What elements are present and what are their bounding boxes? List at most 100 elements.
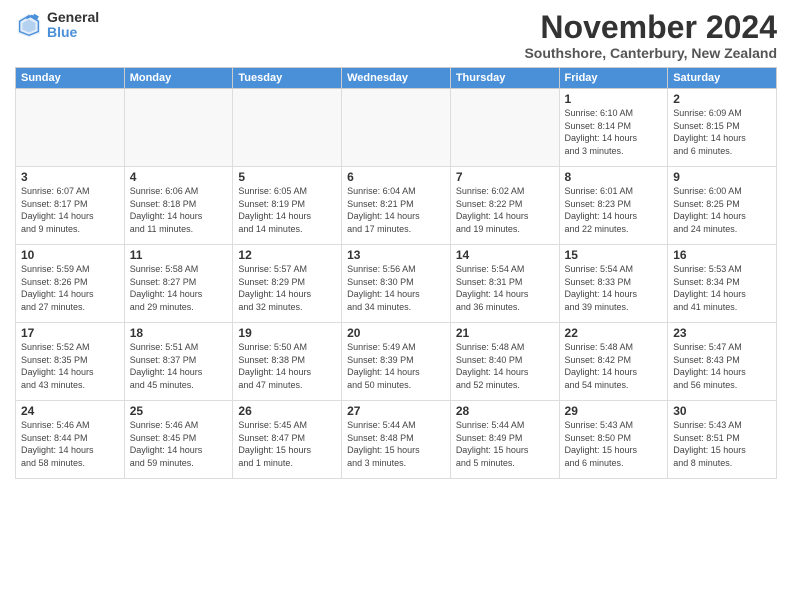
day-info: Sunrise: 6:06 AM Sunset: 8:18 PM Dayligh… [130, 185, 228, 235]
day-info: Sunrise: 5:54 AM Sunset: 8:31 PM Dayligh… [456, 263, 554, 313]
day-number: 11 [130, 248, 228, 262]
logo-general: General [47, 10, 99, 25]
header: General Blue November 2024 Southshore, C… [15, 10, 777, 61]
day-cell: 5Sunrise: 6:05 AM Sunset: 8:19 PM Daylig… [233, 167, 342, 245]
day-info: Sunrise: 6:09 AM Sunset: 8:15 PM Dayligh… [673, 107, 771, 157]
day-cell: 22Sunrise: 5:48 AM Sunset: 8:42 PM Dayli… [559, 323, 668, 401]
day-number: 30 [673, 404, 771, 418]
day-cell: 20Sunrise: 5:49 AM Sunset: 8:39 PM Dayli… [342, 323, 451, 401]
day-info: Sunrise: 5:48 AM Sunset: 8:40 PM Dayligh… [456, 341, 554, 391]
day-number: 18 [130, 326, 228, 340]
day-info: Sunrise: 5:49 AM Sunset: 8:39 PM Dayligh… [347, 341, 445, 391]
day-number: 24 [21, 404, 119, 418]
day-info: Sunrise: 5:45 AM Sunset: 8:47 PM Dayligh… [238, 419, 336, 469]
day-info: Sunrise: 5:56 AM Sunset: 8:30 PM Dayligh… [347, 263, 445, 313]
day-number: 29 [565, 404, 663, 418]
logo: General Blue [15, 10, 99, 41]
day-info: Sunrise: 6:05 AM Sunset: 8:19 PM Dayligh… [238, 185, 336, 235]
day-number: 12 [238, 248, 336, 262]
day-number: 7 [456, 170, 554, 184]
day-cell: 16Sunrise: 5:53 AM Sunset: 8:34 PM Dayli… [668, 245, 777, 323]
calendar-table: Sunday Monday Tuesday Wednesday Thursday… [15, 67, 777, 479]
day-cell: 19Sunrise: 5:50 AM Sunset: 8:38 PM Dayli… [233, 323, 342, 401]
day-info: Sunrise: 5:51 AM Sunset: 8:37 PM Dayligh… [130, 341, 228, 391]
day-info: Sunrise: 5:48 AM Sunset: 8:42 PM Dayligh… [565, 341, 663, 391]
day-number: 20 [347, 326, 445, 340]
day-info: Sunrise: 5:54 AM Sunset: 8:33 PM Dayligh… [565, 263, 663, 313]
day-cell: 1Sunrise: 6:10 AM Sunset: 8:14 PM Daylig… [559, 89, 668, 167]
day-info: Sunrise: 5:44 AM Sunset: 8:49 PM Dayligh… [456, 419, 554, 469]
day-cell: 11Sunrise: 5:58 AM Sunset: 8:27 PM Dayli… [124, 245, 233, 323]
week-row-5: 24Sunrise: 5:46 AM Sunset: 8:44 PM Dayli… [16, 401, 777, 479]
week-row-2: 3Sunrise: 6:07 AM Sunset: 8:17 PM Daylig… [16, 167, 777, 245]
day-cell: 29Sunrise: 5:43 AM Sunset: 8:50 PM Dayli… [559, 401, 668, 479]
day-info: Sunrise: 5:50 AM Sunset: 8:38 PM Dayligh… [238, 341, 336, 391]
col-sunday: Sunday [16, 68, 125, 89]
day-number: 27 [347, 404, 445, 418]
day-number: 17 [21, 326, 119, 340]
day-cell [233, 89, 342, 167]
day-cell: 14Sunrise: 5:54 AM Sunset: 8:31 PM Dayli… [450, 245, 559, 323]
day-info: Sunrise: 5:44 AM Sunset: 8:48 PM Dayligh… [347, 419, 445, 469]
day-info: Sunrise: 5:43 AM Sunset: 8:51 PM Dayligh… [673, 419, 771, 469]
day-number: 15 [565, 248, 663, 262]
col-friday: Friday [559, 68, 668, 89]
day-cell: 26Sunrise: 5:45 AM Sunset: 8:47 PM Dayli… [233, 401, 342, 479]
day-cell: 7Sunrise: 6:02 AM Sunset: 8:22 PM Daylig… [450, 167, 559, 245]
day-cell: 24Sunrise: 5:46 AM Sunset: 8:44 PM Dayli… [16, 401, 125, 479]
day-number: 3 [21, 170, 119, 184]
day-cell: 6Sunrise: 6:04 AM Sunset: 8:21 PM Daylig… [342, 167, 451, 245]
day-info: Sunrise: 6:10 AM Sunset: 8:14 PM Dayligh… [565, 107, 663, 157]
col-tuesday: Tuesday [233, 68, 342, 89]
day-number: 19 [238, 326, 336, 340]
day-number: 1 [565, 92, 663, 106]
day-number: 10 [21, 248, 119, 262]
day-cell: 9Sunrise: 6:00 AM Sunset: 8:25 PM Daylig… [668, 167, 777, 245]
day-number: 4 [130, 170, 228, 184]
day-number: 14 [456, 248, 554, 262]
week-row-1: 1Sunrise: 6:10 AM Sunset: 8:14 PM Daylig… [16, 89, 777, 167]
day-info: Sunrise: 6:00 AM Sunset: 8:25 PM Dayligh… [673, 185, 771, 235]
day-cell: 15Sunrise: 5:54 AM Sunset: 8:33 PM Dayli… [559, 245, 668, 323]
day-number: 16 [673, 248, 771, 262]
day-cell: 21Sunrise: 5:48 AM Sunset: 8:40 PM Dayli… [450, 323, 559, 401]
day-cell: 27Sunrise: 5:44 AM Sunset: 8:48 PM Dayli… [342, 401, 451, 479]
month-title: November 2024 [524, 10, 777, 45]
header-row: Sunday Monday Tuesday Wednesday Thursday… [16, 68, 777, 89]
day-cell: 28Sunrise: 5:44 AM Sunset: 8:49 PM Dayli… [450, 401, 559, 479]
day-cell [342, 89, 451, 167]
col-saturday: Saturday [668, 68, 777, 89]
day-cell: 13Sunrise: 5:56 AM Sunset: 8:30 PM Dayli… [342, 245, 451, 323]
calendar-body: 1Sunrise: 6:10 AM Sunset: 8:14 PM Daylig… [16, 89, 777, 479]
week-row-4: 17Sunrise: 5:52 AM Sunset: 8:35 PM Dayli… [16, 323, 777, 401]
day-info: Sunrise: 6:07 AM Sunset: 8:17 PM Dayligh… [21, 185, 119, 235]
day-cell [450, 89, 559, 167]
day-info: Sunrise: 5:57 AM Sunset: 8:29 PM Dayligh… [238, 263, 336, 313]
day-cell: 23Sunrise: 5:47 AM Sunset: 8:43 PM Dayli… [668, 323, 777, 401]
day-cell: 3Sunrise: 6:07 AM Sunset: 8:17 PM Daylig… [16, 167, 125, 245]
day-info: Sunrise: 5:43 AM Sunset: 8:50 PM Dayligh… [565, 419, 663, 469]
day-cell: 4Sunrise: 6:06 AM Sunset: 8:18 PM Daylig… [124, 167, 233, 245]
day-number: 28 [456, 404, 554, 418]
day-number: 13 [347, 248, 445, 262]
page-container: General Blue November 2024 Southshore, C… [0, 0, 792, 484]
day-info: Sunrise: 5:58 AM Sunset: 8:27 PM Dayligh… [130, 263, 228, 313]
logo-icon [15, 11, 43, 39]
day-cell: 2Sunrise: 6:09 AM Sunset: 8:15 PM Daylig… [668, 89, 777, 167]
day-number: 22 [565, 326, 663, 340]
day-cell: 8Sunrise: 6:01 AM Sunset: 8:23 PM Daylig… [559, 167, 668, 245]
day-number: 25 [130, 404, 228, 418]
day-number: 6 [347, 170, 445, 184]
day-info: Sunrise: 5:52 AM Sunset: 8:35 PM Dayligh… [21, 341, 119, 391]
logo-blue: Blue [47, 25, 99, 40]
day-cell: 12Sunrise: 5:57 AM Sunset: 8:29 PM Dayli… [233, 245, 342, 323]
day-cell: 17Sunrise: 5:52 AM Sunset: 8:35 PM Dayli… [16, 323, 125, 401]
logo-text: General Blue [47, 10, 99, 41]
location: Southshore, Canterbury, New Zealand [524, 45, 777, 61]
day-number: 26 [238, 404, 336, 418]
day-number: 8 [565, 170, 663, 184]
col-wednesday: Wednesday [342, 68, 451, 89]
day-info: Sunrise: 6:04 AM Sunset: 8:21 PM Dayligh… [347, 185, 445, 235]
day-cell [16, 89, 125, 167]
day-cell: 30Sunrise: 5:43 AM Sunset: 8:51 PM Dayli… [668, 401, 777, 479]
